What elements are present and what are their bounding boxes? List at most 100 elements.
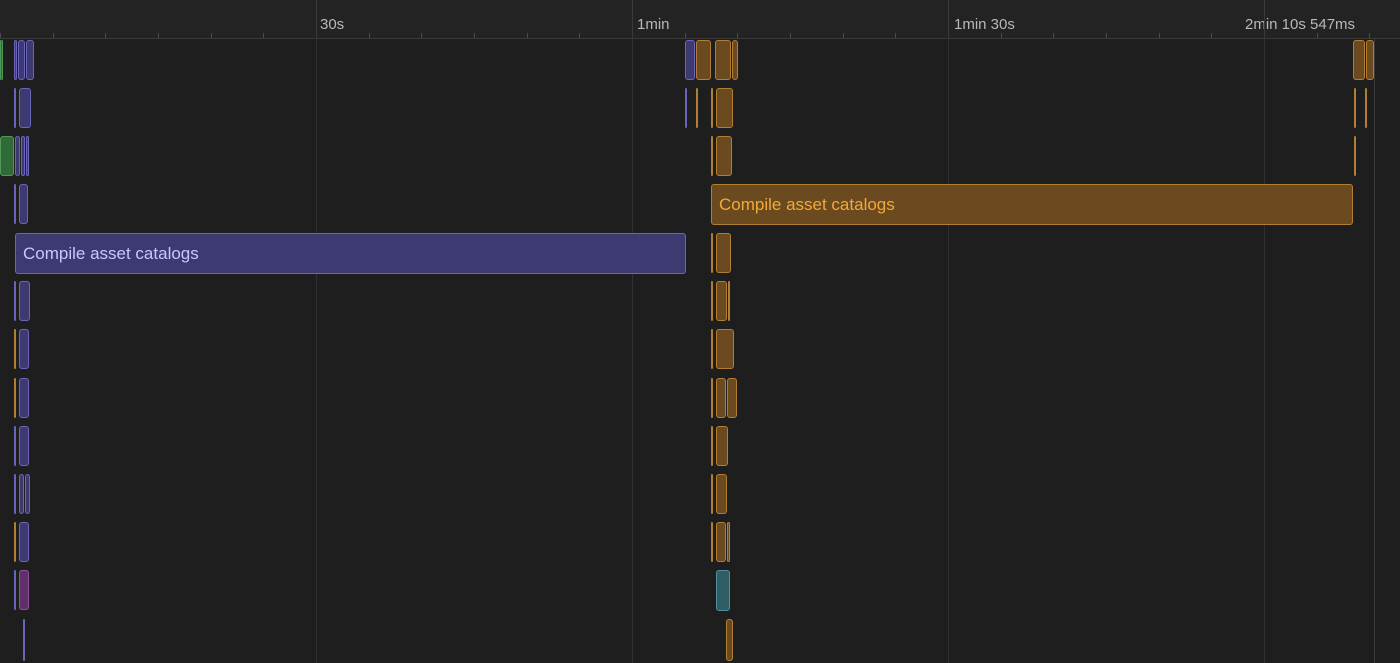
task-bar[interactable] xyxy=(728,281,730,321)
task-bar[interactable] xyxy=(19,88,31,128)
task-bar[interactable] xyxy=(727,522,730,562)
task-bar[interactable] xyxy=(14,40,17,80)
ruler-minor-tick xyxy=(843,33,844,38)
task-bar[interactable] xyxy=(711,378,713,418)
task-bar[interactable] xyxy=(14,88,16,128)
ruler-minor-tick xyxy=(263,33,264,38)
task-bar[interactable] xyxy=(19,474,24,514)
task-label: Compile asset catalogs xyxy=(23,243,199,263)
ruler-minor-tick xyxy=(1159,33,1160,38)
task-bar[interactable] xyxy=(14,378,16,418)
ruler-major-tick xyxy=(316,0,317,38)
task-bar[interactable] xyxy=(1365,88,1367,128)
task-bar[interactable] xyxy=(716,378,726,418)
task-bar[interactable] xyxy=(716,570,730,611)
timeline-end-divider xyxy=(1374,39,1375,663)
task-bar[interactable] xyxy=(715,40,731,80)
task-bar[interactable] xyxy=(14,329,16,369)
ruler-minor-tick xyxy=(527,33,528,38)
task-bar[interactable] xyxy=(19,329,29,369)
task-bar[interactable] xyxy=(14,281,16,321)
ruler-minor-tick xyxy=(369,33,370,38)
task-label: Compile asset catalogs xyxy=(719,194,895,214)
task-bar[interactable] xyxy=(19,184,28,224)
task-bar[interactable] xyxy=(26,136,29,176)
ruler-minor-tick xyxy=(158,33,159,38)
task-lanes: Compile asset catalogs Compile asset cat… xyxy=(0,39,1400,663)
build-timeline: 30s 1min 1min 30s 2min 10s 547ms Compile… xyxy=(0,0,1400,663)
ruler-minor-tick xyxy=(1369,33,1370,38)
task-bar[interactable] xyxy=(14,522,16,562)
ruler-minor-tick xyxy=(53,33,54,38)
ruler-label-1min-30s: 1min 30s xyxy=(954,16,1015,33)
task-bar[interactable] xyxy=(1366,40,1374,80)
ruler-minor-tick xyxy=(790,33,791,38)
task-bar[interactable] xyxy=(19,570,29,610)
task-bar[interactable] xyxy=(26,40,34,80)
task-bar[interactable] xyxy=(685,40,695,80)
ruler-minor-tick xyxy=(211,33,212,38)
task-bar[interactable] xyxy=(19,426,29,466)
task-bar[interactable] xyxy=(716,474,727,514)
task-bar[interactable] xyxy=(711,136,713,176)
ruler-minor-tick xyxy=(105,33,106,38)
task-bar[interactable] xyxy=(711,233,713,273)
ruler-label-1min: 1min xyxy=(637,16,670,33)
task-bar-compile-asset-catalogs[interactable]: Compile asset catalogs xyxy=(711,184,1353,225)
ruler-label-end-time: 2min 10s 547ms xyxy=(1245,16,1356,33)
task-bar[interactable] xyxy=(1354,136,1356,176)
task-bar[interactable] xyxy=(711,281,713,321)
ruler-minor-tick xyxy=(0,33,1,38)
task-bar[interactable] xyxy=(716,136,732,176)
ruler-minor-tick xyxy=(579,33,580,38)
task-bar[interactable] xyxy=(711,88,713,128)
task-bar[interactable] xyxy=(14,570,16,610)
task-bar[interactable] xyxy=(15,136,20,176)
task-bar[interactable] xyxy=(711,474,713,514)
task-bar[interactable] xyxy=(711,329,713,369)
task-bar[interactable] xyxy=(716,522,726,562)
task-bar[interactable] xyxy=(685,88,687,128)
task-bar[interactable] xyxy=(716,281,727,321)
task-bar[interactable] xyxy=(716,329,734,369)
task-bar[interactable] xyxy=(711,426,713,466)
task-bar[interactable] xyxy=(23,619,25,661)
task-bar[interactable] xyxy=(21,136,25,176)
task-bar[interactable] xyxy=(19,522,29,562)
ruler-minor-tick xyxy=(1211,33,1212,38)
ruler-major-tick xyxy=(948,0,949,38)
task-bar[interactable] xyxy=(727,378,737,418)
ruler-minor-tick xyxy=(1317,33,1318,38)
ruler-minor-tick xyxy=(1106,33,1107,38)
task-bar[interactable] xyxy=(696,88,698,128)
task-bar[interactable] xyxy=(14,426,16,466)
task-bar[interactable] xyxy=(1353,40,1365,80)
ruler-minor-tick xyxy=(895,33,896,38)
task-bar[interactable] xyxy=(14,474,16,514)
task-bar[interactable] xyxy=(19,378,29,418)
ruler-minor-tick xyxy=(737,33,738,38)
task-bar[interactable] xyxy=(711,522,713,562)
task-bar[interactable] xyxy=(1354,88,1356,128)
task-bar[interactable] xyxy=(716,233,731,273)
ruler-minor-tick xyxy=(685,33,686,38)
ruler-label-30s: 30s xyxy=(320,16,345,33)
ruler-minor-tick xyxy=(474,33,475,38)
task-bar[interactable] xyxy=(0,136,14,176)
task-bar[interactable] xyxy=(716,426,728,466)
time-ruler: 30s 1min 1min 30s 2min 10s 547ms xyxy=(0,0,1400,39)
task-bar[interactable] xyxy=(14,184,16,224)
task-bar[interactable] xyxy=(726,619,733,661)
task-bar[interactable] xyxy=(0,40,3,80)
ruler-minor-tick xyxy=(1001,33,1002,38)
task-bar[interactable] xyxy=(18,40,25,80)
task-bar[interactable] xyxy=(19,281,30,321)
task-bar[interactable] xyxy=(732,40,738,80)
task-bar-compile-asset-catalogs[interactable]: Compile asset catalogs xyxy=(15,233,686,274)
task-bar[interactable] xyxy=(716,88,733,128)
task-bar[interactable] xyxy=(25,474,30,514)
ruler-minor-tick xyxy=(421,33,422,38)
task-bar[interactable] xyxy=(696,40,711,80)
ruler-major-tick xyxy=(632,0,633,38)
ruler-major-tick xyxy=(1264,0,1265,38)
